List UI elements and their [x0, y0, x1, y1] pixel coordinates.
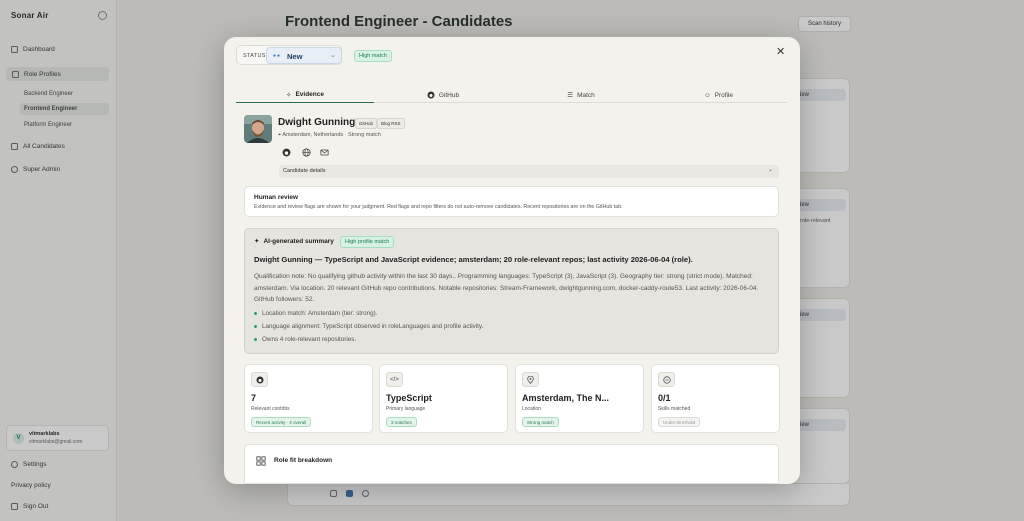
globe-icon: [301, 147, 311, 157]
ai-summary-bullet: Owns 4 role-relevant repositories.: [254, 336, 356, 343]
status-dot-icon: ●●: [273, 53, 282, 59]
stat-value: 0/1: [658, 393, 671, 403]
chevron-down-icon: ⌄: [330, 52, 336, 59]
ai-summary-title: Dwight Gunning — TypeScript and JavaScri…: [254, 255, 693, 264]
ai-summary-badge: High profile match: [340, 236, 395, 248]
stat-label: Relevant contribs: [251, 406, 290, 412]
candidate-details-toggle[interactable]: Candidate details ⌄: [279, 165, 779, 178]
mail-icon: [319, 149, 329, 155]
stat-value: TypeScript: [386, 393, 432, 403]
status-label: STATUS: [243, 53, 266, 59]
human-review-card: Human review Evidence and review flags a…: [244, 186, 779, 217]
status-control: STATUS ●● New ⌄: [236, 45, 342, 65]
stat-badge: Strong match: [522, 417, 559, 427]
tab-profile[interactable]: ☺ Profile: [650, 87, 787, 103]
status-value: New: [287, 52, 303, 61]
github-icon: [251, 372, 268, 387]
sparkle-icon: ✦: [254, 238, 260, 245]
stat-badge: Recent activity · 4 overall: [251, 417, 312, 427]
match-badge: High match: [354, 50, 392, 62]
stat-card-language: </> TypeScript Primary language 3 matche…: [379, 364, 508, 433]
role-fit-card[interactable]: Role fit breakdown: [244, 444, 779, 484]
tab-bar: ✧ Evidence GitHub ☰ Match ☺ Profile: [236, 85, 787, 103]
stat-badge: Under threshold: [658, 417, 701, 427]
ai-summary-description: Qualification note: No qualifying github…: [254, 273, 759, 303]
ai-summary-heading: ✦ AI-generated summary: [254, 237, 334, 246]
github-link-button[interactable]: [280, 146, 292, 158]
candidate-avatar: [244, 115, 272, 143]
stat-value: 7: [251, 393, 257, 403]
source-tag-github: GitHub: [355, 118, 378, 129]
stat-card-contribs: 7 Relevant contribs Recent activity · 4 …: [244, 364, 373, 433]
check-circle-icon: [658, 372, 675, 387]
stat-label: Location: [522, 406, 541, 412]
stat-label: Primary language: [386, 406, 426, 412]
human-review-text: Evidence and review flags are shown for …: [254, 204, 623, 210]
human-review-title: Human review: [254, 194, 299, 201]
github-icon: [427, 91, 435, 99]
pin-icon: [522, 372, 539, 387]
person-icon: ☺: [703, 91, 711, 99]
stat-badge: 3 matches: [386, 417, 417, 427]
bullet-dot: [254, 312, 257, 315]
email-button[interactable]: [318, 146, 330, 158]
candidate-modal: STATUS ●● New ⌄ High match ✕ ✧ Evidence G…: [224, 37, 800, 484]
stat-card-skills: 0/1 Skills matched Under threshold: [651, 364, 780, 433]
code-icon: </>: [386, 372, 403, 387]
list-icon: ☰: [567, 92, 574, 99]
chevron-down-icon: ⌄: [767, 167, 773, 173]
grid-icon: [256, 456, 266, 466]
sparkle-icon: ✧: [286, 91, 292, 99]
ai-summary-bullet: Language alignment: TypeScript observed …: [254, 323, 483, 330]
role-fit-title: Role fit breakdown: [274, 457, 333, 464]
stat-card-location: Amsterdam, The N... Location Strong matc…: [515, 364, 644, 433]
source-tag-blog: Blog RSS: [377, 118, 405, 129]
bullet-dot: [254, 338, 257, 341]
bullet-dot: [254, 325, 257, 328]
ai-summary-bullet: Location match: Amsterdam (tier: strong)…: [254, 310, 378, 317]
github-icon: [282, 148, 290, 156]
ai-summary-card: ✦ AI-generated summary High profile match…: [244, 228, 779, 354]
stat-label: Skills matched: [658, 406, 691, 412]
candidate-name: Dwight Gunning: [278, 117, 356, 128]
tab-match[interactable]: ☰ Match: [512, 87, 650, 103]
candidate-location: ⌖ Amsterdam, Netherlands · Strong match: [278, 132, 381, 138]
website-link-button[interactable]: [300, 146, 312, 158]
stat-value: Amsterdam, The N...: [522, 393, 610, 403]
close-button[interactable]: ✕: [776, 45, 785, 58]
tab-evidence[interactable]: ✧ Evidence: [236, 87, 374, 103]
tab-github[interactable]: GitHub: [374, 87, 512, 103]
status-select[interactable]: ●● New ⌄: [266, 47, 342, 64]
